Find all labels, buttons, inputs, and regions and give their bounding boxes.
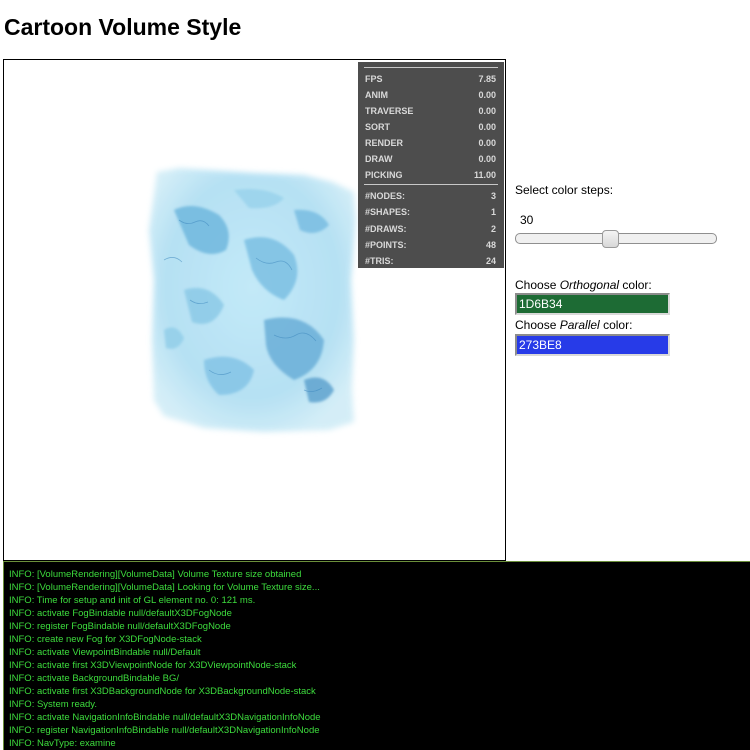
page-title: Cartoon Volume Style bbox=[4, 14, 242, 40]
stat-row-nodes: #NODES: 3 bbox=[364, 188, 498, 204]
parallel-prefix: Choose bbox=[515, 318, 560, 332]
stat-value: 24 bbox=[485, 256, 496, 267]
stat-label: #DRAWS: bbox=[365, 223, 407, 234]
orthogonal-prefix: Choose bbox=[515, 278, 560, 292]
log-line: INFO: Time for setup and init of GL elem… bbox=[9, 595, 256, 606]
stat-label: RENDER bbox=[365, 138, 404, 148]
stat-label: PICKING bbox=[365, 170, 403, 180]
stat-row-draw: DRAW 0.00 bbox=[364, 151, 498, 167]
orthogonal-word: Orthogonal bbox=[559, 278, 620, 292]
log-line: INFO: [VolumeRendering][VolumeData] Look… bbox=[9, 582, 320, 593]
parallel-color-label: Choose Parallel color: bbox=[515, 318, 632, 332]
stat-row-fps: FPS 7.85 bbox=[364, 71, 498, 87]
stats-divider bbox=[364, 67, 498, 68]
stat-row-points: #POINTS: 48 bbox=[364, 237, 498, 253]
stat-value: 0.00 bbox=[478, 154, 496, 164]
parallel-suffix: color: bbox=[599, 318, 633, 332]
stat-row-traverse: TRAVERSE 0.00 bbox=[364, 103, 498, 119]
color-steps-label: Select color steps: bbox=[515, 183, 614, 197]
stat-label: SORT bbox=[365, 122, 391, 132]
stat-row-draws: #DRAWS: 2 bbox=[364, 221, 498, 237]
stat-value: 0.00 bbox=[478, 90, 496, 100]
stat-row-render: RENDER 0.00 bbox=[364, 135, 498, 151]
stat-row-shapes: #SHAPES: 1 bbox=[364, 204, 498, 220]
stat-row-tris: #TRIS: 24 bbox=[364, 253, 498, 269]
stat-value: 7.85 bbox=[478, 74, 496, 84]
log-line: INFO: NavType: examine bbox=[9, 738, 116, 749]
log-line: INFO: activate NavigationInfoBindable nu… bbox=[9, 712, 321, 723]
stat-value: 48 bbox=[485, 240, 496, 251]
log-line: INFO: activate first X3DBackgroundNode f… bbox=[9, 686, 316, 697]
x3d-viewport[interactable]: FPS 7.85 ANIM 0.00 TRAVERSE 0.00 SORT 0.… bbox=[3, 59, 506, 561]
stat-label: ANIM bbox=[365, 90, 388, 100]
parallel-color-input[interactable]: 273BE8 bbox=[515, 334, 670, 356]
orthogonal-color-label: Choose Orthogonal color: bbox=[515, 278, 652, 292]
log-console[interactable]: INFO: [VolumeRendering][VolumeData] Volu… bbox=[3, 561, 750, 750]
log-line: INFO: activate first X3DViewpointNode fo… bbox=[9, 660, 297, 671]
color-steps-value: 30 bbox=[520, 213, 534, 227]
stat-label: #SHAPES: bbox=[365, 207, 411, 218]
stat-value: 0.00 bbox=[478, 138, 496, 148]
log-line: INFO: activate FogBindable null/defaultX… bbox=[9, 608, 232, 619]
stat-label: #NODES: bbox=[365, 191, 406, 202]
orthogonal-color-input[interactable]: 1D6B34 bbox=[515, 293, 670, 315]
stat-value: 3 bbox=[490, 191, 496, 202]
stat-label: #POINTS: bbox=[365, 240, 407, 251]
log-line: INFO: register NavigationInfoBindable nu… bbox=[9, 725, 320, 736]
stat-row-anim: ANIM 0.00 bbox=[364, 87, 498, 103]
log-line: INFO: register FogBindable null/defaultX… bbox=[9, 621, 231, 632]
parallel-word: Parallel bbox=[559, 318, 600, 332]
log-line: INFO: activate BackgroundBindable BG/ bbox=[9, 673, 180, 684]
stat-value: 1 bbox=[490, 207, 496, 218]
color-steps-slider[interactable] bbox=[515, 230, 717, 248]
slider-thumb[interactable] bbox=[602, 230, 619, 248]
log-line: INFO: activate ViewpointBindable null/De… bbox=[9, 647, 201, 658]
stats-divider bbox=[364, 184, 498, 185]
stat-value: 0.00 bbox=[478, 122, 496, 132]
stat-value: 0.00 bbox=[478, 106, 496, 116]
log-line: INFO: [VolumeRendering][VolumeData] Volu… bbox=[9, 569, 302, 580]
stat-value: 2 bbox=[490, 223, 496, 234]
orthogonal-suffix: color: bbox=[619, 278, 652, 292]
log-line: INFO: create new Fog for X3DFogNode-stac… bbox=[9, 634, 202, 645]
stat-label: #TRIS: bbox=[365, 256, 394, 267]
stat-value: 11.00 bbox=[473, 170, 496, 180]
log-line: INFO: System ready. bbox=[9, 699, 97, 710]
stat-row-picking: PICKING 11.00 bbox=[364, 167, 498, 183]
stat-row-sort: SORT 0.00 bbox=[364, 119, 498, 135]
stats-panel: FPS 7.85 ANIM 0.00 TRAVERSE 0.00 SORT 0.… bbox=[358, 62, 504, 268]
stat-label: DRAW bbox=[365, 154, 393, 164]
stat-label: FPS bbox=[365, 74, 383, 84]
stat-label: TRAVERSE bbox=[365, 106, 414, 116]
